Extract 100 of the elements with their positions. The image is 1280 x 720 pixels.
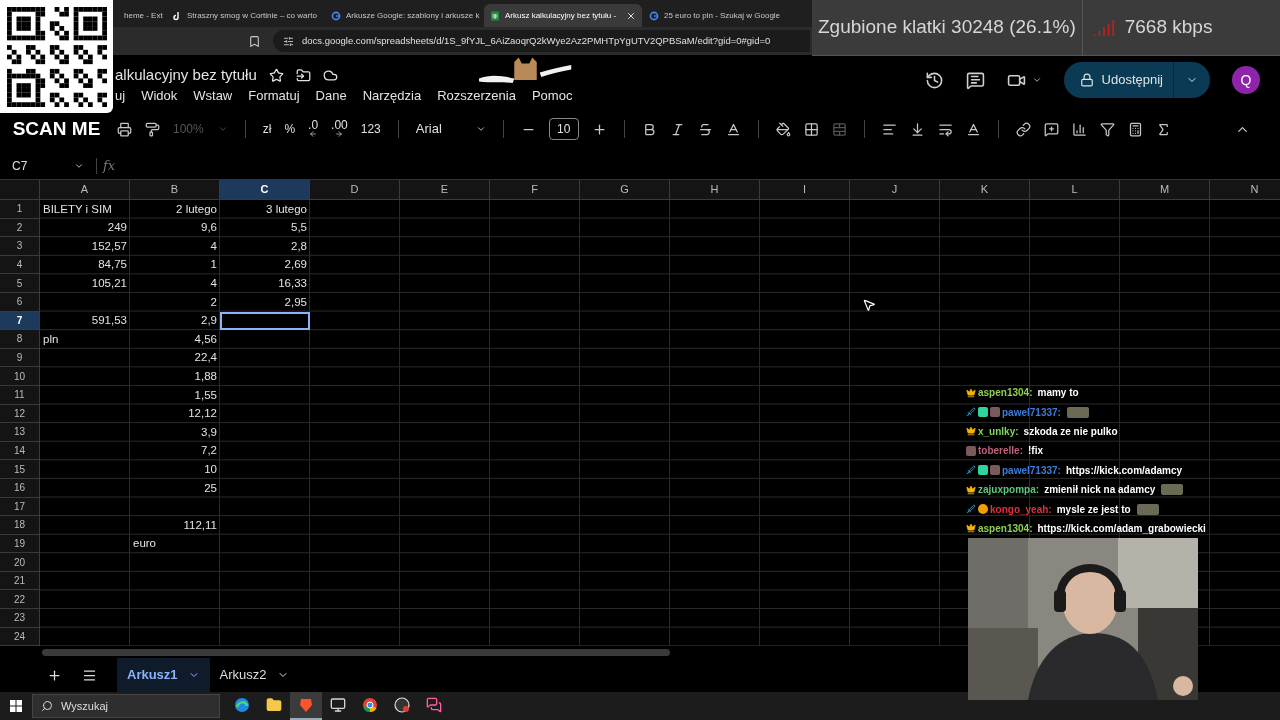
- selected-cell[interactable]: [220, 311, 310, 331]
- table-cell[interactable]: 7,2: [130, 441, 220, 461]
- browser-tab[interactable]: Straszny smog w Cortinie – co warto: [166, 4, 324, 27]
- taskbar-search-field[interactable]: Wyszukaj: [32, 694, 220, 718]
- font-select[interactable]: Arial: [415, 119, 486, 139]
- table-cell[interactable]: 2,8: [220, 237, 310, 256]
- italic-icon[interactable]: [669, 121, 685, 137]
- merge-cells-icon[interactable]: [831, 121, 847, 137]
- column-header[interactable]: B: [130, 180, 220, 200]
- table-cell[interactable]: 152,57: [40, 237, 130, 256]
- column-header[interactable]: C: [220, 180, 310, 200]
- table-cell[interactable]: 3 lutego: [220, 200, 310, 219]
- row-header[interactable]: 20: [0, 553, 40, 572]
- add-sheet-icon[interactable]: [47, 667, 62, 683]
- font-size-field[interactable]: 10: [548, 118, 579, 140]
- chart-icon[interactable]: [1071, 121, 1087, 137]
- table-cell[interactable]: 591,53: [40, 311, 130, 331]
- menu-item[interactable]: uj: [115, 86, 126, 106]
- fill-color-icon[interactable]: [775, 121, 791, 137]
- column-header[interactable]: J: [850, 180, 940, 200]
- sheet-tab[interactable]: Arkusz1: [117, 658, 210, 692]
- table-cell[interactable]: 2,9: [130, 311, 220, 331]
- menu-item[interactable]: Dane: [315, 86, 347, 106]
- table-cell[interactable]: 4,56: [130, 330, 220, 349]
- column-header[interactable]: N: [1210, 180, 1280, 200]
- browser-tab[interactable]: Arkusze Google: szablony i arkusze k: [325, 4, 483, 27]
- row-header[interactable]: 1: [0, 200, 40, 219]
- browser-tab[interactable]: 25 euro to pln - Szukaj w Google: [643, 4, 801, 27]
- table-cell[interactable]: 2 lutego: [130, 200, 220, 219]
- table-cell[interactable]: 10: [130, 460, 220, 479]
- table-cell[interactable]: 16,33: [220, 274, 310, 293]
- table-cell[interactable]: 2: [130, 292, 220, 312]
- table-cell[interactable]: 4: [130, 274, 220, 293]
- paint-format-icon[interactable]: [145, 121, 160, 137]
- column-header[interactable]: F: [490, 180, 580, 200]
- increase-decimals-button[interactable]: .00: [331, 120, 348, 138]
- decrease-decimals-button[interactable]: .0: [308, 120, 319, 138]
- history-icon[interactable]: [924, 70, 944, 90]
- table-cell[interactable]: 1: [130, 255, 220, 275]
- row-header[interactable]: 23: [0, 609, 40, 628]
- table-cell[interactable]: 2,69: [220, 255, 310, 275]
- table-cell[interactable]: 105,21: [40, 274, 130, 293]
- table-cell[interactable]: 9,6: [130, 218, 220, 238]
- table-cell[interactable]: 249: [40, 218, 130, 238]
- number-format-button[interactable]: 123: [360, 120, 381, 138]
- scrollbar[interactable]: [42, 648, 670, 656]
- browser-tab[interactable]: Arkusz kalkulacyjny bez tytułu -: [484, 4, 642, 27]
- row-header[interactable]: 15: [0, 460, 40, 479]
- table-cell[interactable]: 5,5: [220, 218, 310, 238]
- sheet-tab[interactable]: Arkusz2: [209, 658, 299, 692]
- table-cell[interactable]: 22,4: [130, 348, 220, 368]
- table-cell[interactable]: 3,9: [130, 423, 220, 442]
- cloud-icon[interactable]: [322, 67, 338, 83]
- link-icon[interactable]: [1015, 121, 1031, 137]
- account-avatar[interactable]: Q: [1232, 66, 1260, 94]
- column-header[interactable]: D: [310, 180, 400, 200]
- table-cell[interactable]: 2,95: [220, 292, 310, 312]
- column-header[interactable]: H: [670, 180, 760, 200]
- currency-button[interactable]: zł: [262, 120, 272, 138]
- table-cell[interactable]: 112,11: [130, 516, 220, 535]
- column-header[interactable]: M: [1120, 180, 1210, 200]
- row-header[interactable]: 18: [0, 516, 40, 535]
- column-header[interactable]: L: [1030, 180, 1120, 200]
- text-color-icon[interactable]: [725, 121, 741, 137]
- column-header[interactable]: G: [580, 180, 670, 200]
- menu-item[interactable]: Rozszerzenia: [437, 86, 516, 106]
- star-icon[interactable]: [268, 67, 284, 83]
- column-header[interactable]: E: [400, 180, 490, 200]
- site-settings-icon[interactable]: [283, 35, 294, 47]
- menu-item[interactable]: Widok: [141, 86, 178, 106]
- table-cell[interactable]: 84,75: [40, 255, 130, 275]
- bookmark-icon[interactable]: [248, 34, 261, 48]
- address-bar[interactable]: docs.google.com/spreadsheets/d/1S_9fYJL_6AiZaoqrQ2kWye2Az2PMHTpYgUTV2QPBSaM/edit?gid=0#gid=0: [273, 30, 810, 52]
- menu-item[interactable]: Wstaw: [193, 86, 233, 106]
- table-cell[interactable]: 1,88: [130, 367, 220, 386]
- table-cell[interactable]: euro: [130, 534, 220, 554]
- column-header[interactable]: A: [40, 180, 130, 200]
- borders-icon[interactable]: [803, 121, 819, 137]
- table-cell[interactable]: BILETY i SIM: [40, 200, 130, 219]
- move-folder-icon[interactable]: [295, 67, 311, 83]
- column-header[interactable]: I: [760, 180, 850, 200]
- row-header[interactable]: 10: [0, 367, 40, 386]
- close-icon[interactable]: [626, 10, 636, 21]
- row-header[interactable]: 13: [0, 423, 40, 442]
- strikethrough-icon[interactable]: [697, 121, 713, 137]
- add-comment-icon[interactable]: [1043, 121, 1059, 137]
- browser-tab[interactable]: heme - Ext: [113, 4, 165, 27]
- row-header[interactable]: 8: [0, 330, 40, 349]
- table-cell[interactable]: 25: [130, 478, 220, 498]
- document-title[interactable]: alkulacyjny bez tytułu: [115, 63, 257, 87]
- filter-icon[interactable]: [1099, 121, 1115, 137]
- menu-item[interactable]: Narzędzia: [362, 86, 422, 106]
- row-header[interactable]: 5: [0, 274, 40, 293]
- row-header[interactable]: 22: [0, 590, 40, 610]
- text-rotation-icon[interactable]: [965, 121, 981, 137]
- table-cell[interactable]: 12,12: [130, 404, 220, 424]
- menu-item[interactable]: Formatuj: [248, 86, 300, 106]
- menu-item[interactable]: Pomoc: [531, 86, 573, 106]
- row-header[interactable]: 3: [0, 237, 40, 256]
- name-box[interactable]: C7: [0, 156, 90, 175]
